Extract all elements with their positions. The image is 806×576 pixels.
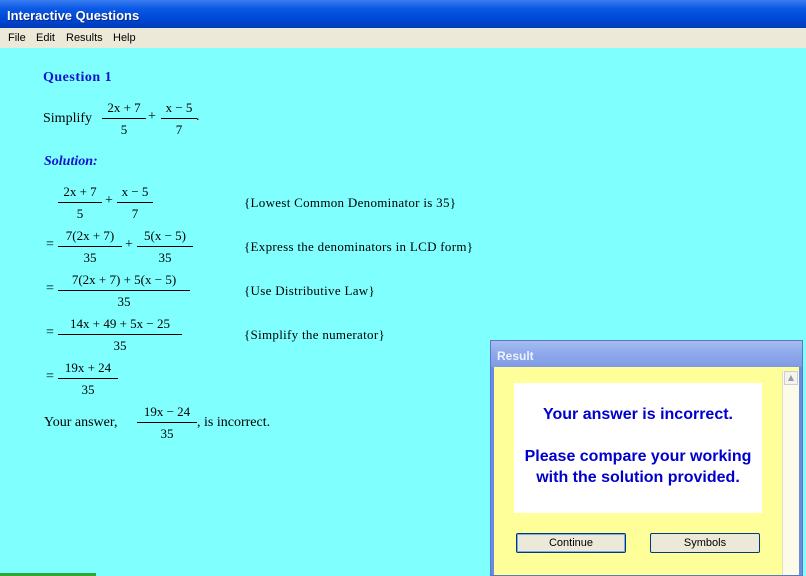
denominator: 35	[158, 250, 172, 265]
numerator: x − 5	[165, 100, 193, 115]
question-heading: Question 1	[43, 70, 113, 85]
denominator: 35	[81, 382, 95, 397]
symbols-button[interactable]: Symbols	[650, 533, 760, 553]
app-window: Interactive Questions File Edit Results …	[0, 0, 806, 576]
step2-fraction-2: 5(x − 5) 35	[137, 228, 193, 266]
step4-comment: {Simplify the numerator}	[244, 327, 385, 342]
numerator: 19x − 24	[143, 404, 191, 419]
step5-fraction: 19x + 24 35	[58, 360, 118, 398]
numerator: 19x + 24	[64, 360, 112, 375]
plus-sign: +	[105, 193, 113, 208]
numerator: x − 5	[121, 184, 149, 199]
window-title: Interactive Questions	[7, 8, 140, 23]
equals-sign: =	[46, 237, 54, 252]
denominator: 7	[131, 206, 139, 221]
numerator: 7(2x + 7)	[65, 228, 115, 243]
numerator: 5(x − 5)	[144, 228, 186, 243]
step1-fraction-1: 2x + 7 5	[58, 184, 102, 222]
menu-edit[interactable]: Edit	[36, 32, 55, 44]
step4-fraction: 14x + 49 + 5x − 25 35	[58, 316, 182, 354]
simplify-text: Simplify	[43, 111, 93, 126]
menu-help[interactable]: Help	[113, 32, 136, 44]
result-message-solution: with the solution provided.	[536, 469, 740, 486]
result-dialog: Result ▲ Your answer is incorrect. Pleas…	[490, 340, 803, 576]
step3-fraction: 7(2x + 7) + 5(x − 5) 35	[58, 272, 190, 310]
feedback-prefix: Your answer,	[44, 415, 118, 430]
denominator: 35	[83, 250, 97, 265]
result-message-compare: Please compare your working	[524, 448, 752, 465]
feedback-suffix: , is incorrect.	[197, 415, 271, 430]
result-message-box: Your answer is incorrect. Please compare…	[514, 383, 762, 513]
menu-file[interactable]: File	[8, 32, 26, 44]
denominator: 35	[160, 426, 174, 441]
continue-button[interactable]: Continue	[516, 533, 626, 553]
plus-sign: +	[148, 109, 156, 124]
numerator: 14x + 49 + 5x − 25	[70, 316, 170, 331]
menu-bar: File Edit Results Help	[0, 28, 806, 48]
period: .	[196, 109, 200, 124]
equals-sign: =	[46, 325, 54, 340]
solution-heading: Solution:	[44, 154, 98, 169]
step1-fraction-2: x − 5 7	[117, 184, 153, 222]
denominator: 5	[76, 206, 84, 221]
dialog-title-bar: Result	[491, 341, 802, 367]
question-fraction-1: 2x + 7 5	[102, 100, 146, 138]
step2-comment: {Express the denominators in LCD form}	[244, 239, 474, 254]
step2-fraction-1: 7(2x + 7) 35	[58, 228, 122, 266]
numerator: 7(2x + 7) + 5(x − 5)	[71, 272, 177, 287]
denominator: 7	[175, 122, 183, 137]
denominator: 5	[120, 122, 128, 137]
equals-sign: =	[46, 281, 54, 296]
step3-comment: {Use Distributive Law}	[244, 283, 376, 298]
dialog-title: Result	[497, 349, 534, 363]
step1-comment: {Lowest Common Denominator is 35}	[244, 195, 457, 210]
numerator: 2x + 7	[107, 100, 141, 115]
dialog-scrollbar[interactable]: ▲	[782, 371, 799, 575]
result-message-incorrect: Your answer is incorrect.	[543, 406, 733, 423]
plus-sign: +	[125, 237, 133, 252]
dialog-body: ▲ Your answer is incorrect. Please compa…	[494, 367, 799, 575]
menu-results[interactable]: Results	[66, 32, 103, 44]
title-bar: Interactive Questions	[0, 0, 806, 28]
chevron-up-icon[interactable]: ▲	[784, 371, 798, 385]
question-fraction-2: x − 5 7	[161, 100, 197, 138]
numerator: 2x + 7	[63, 184, 97, 199]
user-answer-fraction: 19x − 24 35	[137, 404, 197, 442]
equals-sign: =	[46, 369, 54, 384]
denominator: 35	[117, 294, 131, 309]
denominator: 35	[113, 338, 127, 353]
